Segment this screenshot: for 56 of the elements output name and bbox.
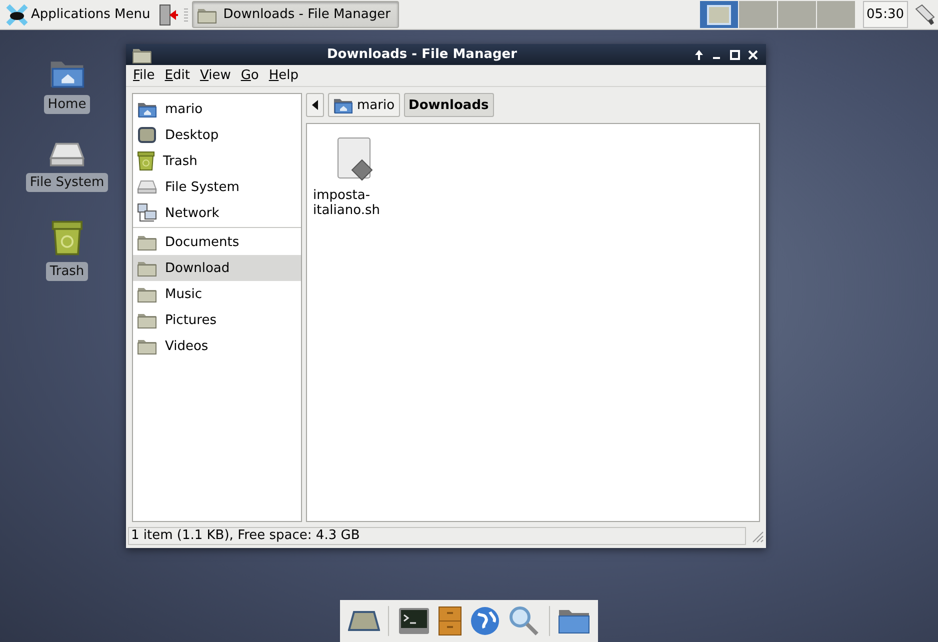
folder-icon [137, 337, 157, 355]
raise-icon[interactable] [692, 48, 706, 62]
clock[interactable]: 05:30 [862, 1, 908, 28]
network-icon [137, 203, 157, 223]
search-icon[interactable] [508, 605, 540, 637]
folder-icon [137, 233, 157, 251]
menu-item[interactable]: Go [236, 67, 264, 84]
desktop-icon-label[interactable]: Home [44, 94, 90, 114]
close-icon[interactable] [746, 48, 760, 62]
taskbar-button[interactable]: Downloads - File Manager [192, 1, 400, 28]
hard-drive-icon [49, 142, 85, 167]
sidebar-item[interactable]: Pictures [133, 307, 301, 333]
drag-handle-icon[interactable] [184, 8, 188, 22]
desktop-icon-label[interactable]: File System [26, 172, 108, 192]
applications-menu-button[interactable]: Applications Menu [2, 0, 154, 28]
sidebar-item[interactable]: Download [133, 255, 301, 281]
sidebar-item[interactable]: Network [133, 200, 301, 226]
file-cabinet-icon[interactable] [438, 606, 462, 636]
maximize-icon[interactable] [728, 48, 742, 62]
menu-item[interactable]: Help [264, 67, 304, 84]
window-icon [706, 4, 731, 24]
folder-icon[interactable] [558, 608, 590, 634]
menu-item[interactable]: File [128, 67, 160, 84]
hard-drive-icon [137, 180, 157, 194]
folder-icon [137, 259, 157, 277]
sidebar-item[interactable]: Desktop [133, 122, 301, 148]
sidebar-item[interactable]: mario [133, 96, 301, 122]
sidebar-item[interactable]: File System [133, 174, 301, 200]
desktop-icon [137, 126, 157, 144]
desktop-icon-label[interactable]: Trash [46, 262, 88, 281]
sidebar-item[interactable]: Trash [133, 148, 301, 174]
left-arrow-icon [311, 100, 319, 110]
menu-item[interactable]: Edit [160, 67, 195, 84]
status-text: 1 item (1.1 KB), Free space: 4.3 GB [128, 527, 746, 545]
home-folder-icon [333, 96, 353, 114]
resize-grip-icon[interactable] [750, 529, 764, 543]
path-button[interactable]: mario [328, 93, 400, 117]
menu-item[interactable]: View [194, 67, 236, 84]
desktop-icon[interactable] [348, 610, 380, 632]
sidebar-item[interactable]: Documents [133, 229, 301, 255]
path-button[interactable]: Downloads [404, 93, 494, 117]
sidebar-item[interactable]: Videos [133, 333, 301, 359]
window-title: Downloads - File Manager [326, 47, 518, 62]
home-folder-icon [137, 100, 157, 118]
trash-icon [50, 220, 84, 256]
script-file-icon [336, 136, 374, 182]
sidebar-item[interactable]: Music [133, 281, 301, 307]
terminal-icon[interactable] [398, 607, 430, 635]
logout-icon[interactable] [158, 4, 180, 26]
folder-icon [137, 311, 157, 329]
file-name[interactable]: imposta-italiano.sh [313, 188, 397, 218]
workspace-button[interactable] [700, 1, 738, 28]
mouse-logo-icon [6, 4, 28, 26]
folder-icon [137, 285, 157, 303]
back-button[interactable] [306, 93, 324, 117]
trash-icon [137, 151, 155, 171]
